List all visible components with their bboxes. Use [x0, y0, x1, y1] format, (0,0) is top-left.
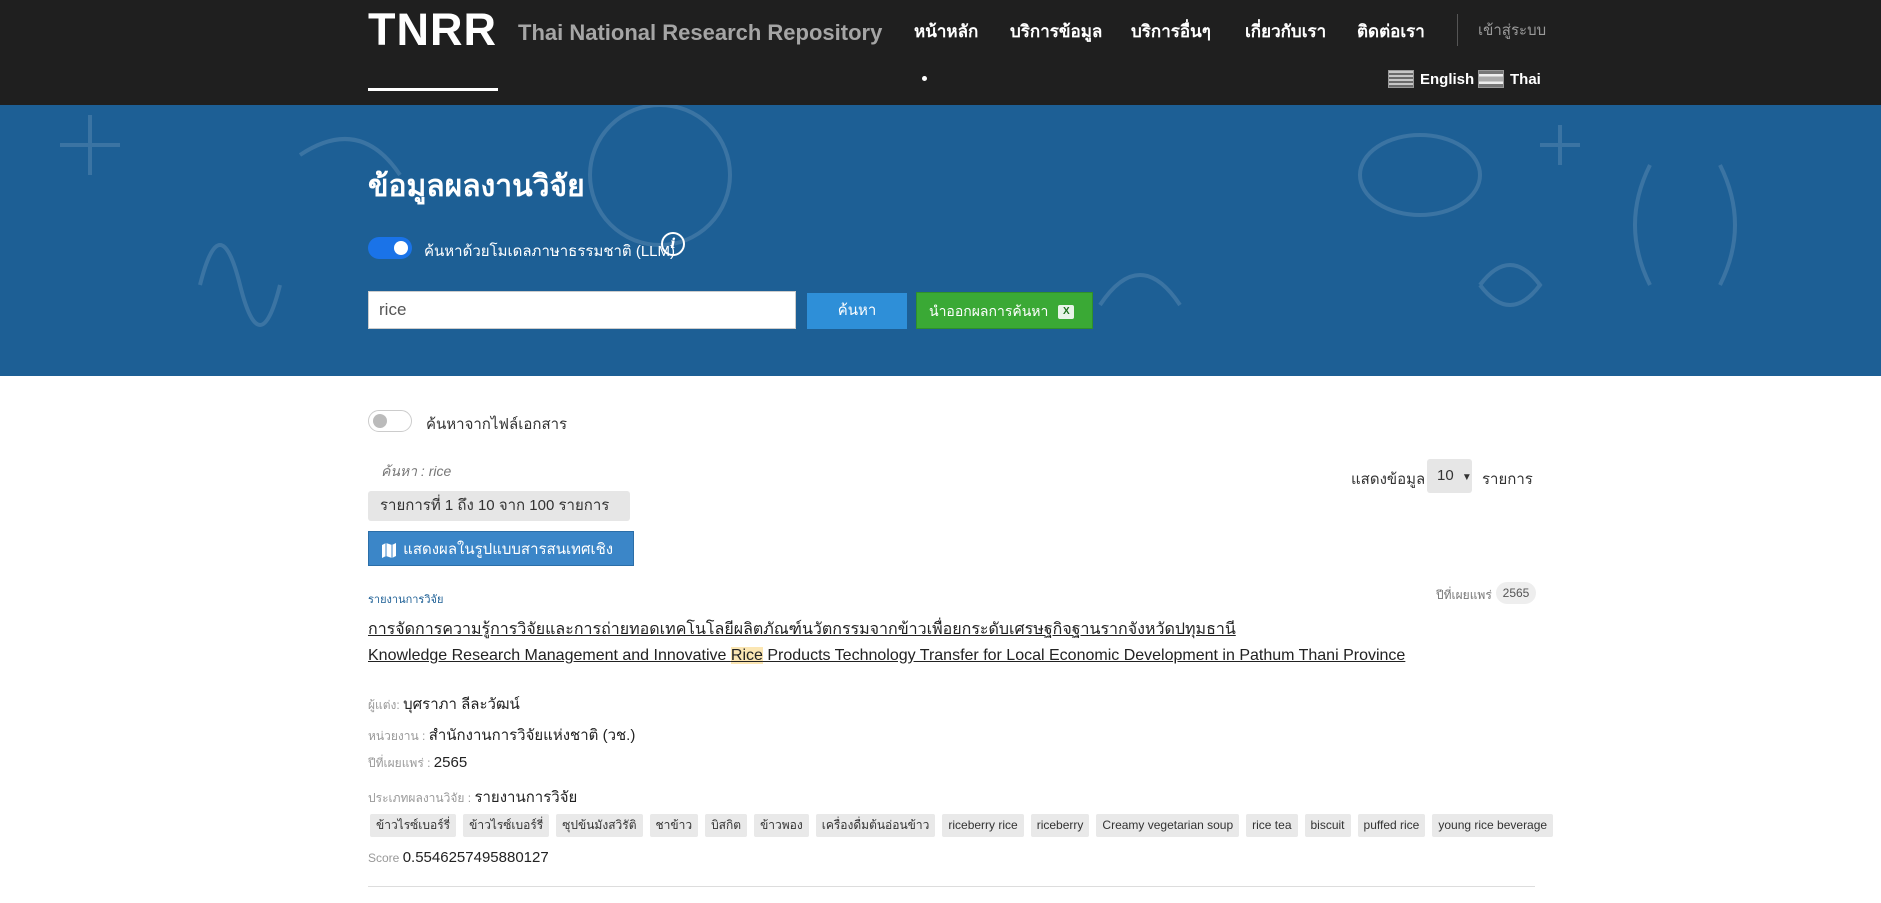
- agency-value: สำนักงานการวิจัยแห่งชาติ (วช.): [428, 727, 636, 744]
- agency-row: หน่วยงาน : สำนักงานการวิจัยแห่งชาติ (วช.…: [368, 723, 635, 747]
- toggle-knob: [394, 241, 408, 255]
- year-label: ปีที่เผยแพร่ :: [368, 756, 431, 770]
- logo-underline: [368, 88, 498, 91]
- keyword-tag[interactable]: เครื่องดื่มต้นอ่อนข้าว: [815, 814, 936, 837]
- map-icon: [382, 542, 396, 558]
- keyword-tag[interactable]: puffed rice: [1357, 814, 1426, 837]
- file-search-label: ค้นหาจากไฟล์เอกสาร: [426, 416, 568, 433]
- llm-toggle[interactable]: [368, 237, 412, 259]
- author-label: ผู้แต่ง:: [368, 698, 400, 712]
- keyword-tags: ข้าวไรซ์เบอร์รี่ ข้าวไรซ์เบอร์รี่ ซุปข้น…: [370, 814, 1554, 837]
- nav-other-services[interactable]: บริการอื่นๆ: [1131, 18, 1211, 45]
- info-icon[interactable]: i: [661, 232, 685, 256]
- keyword-tag[interactable]: บิสกิต: [705, 814, 748, 837]
- chevron-down-icon: ▼: [1461, 472, 1472, 483]
- keyword-tag[interactable]: ข้าวไรซ์เบอร์รี่: [370, 814, 457, 837]
- score-value: 0.5546257495880127: [402, 849, 549, 866]
- pub-year-label: ปีที่เผยแพร่: [1436, 588, 1492, 602]
- result-range: รายการที่ 1 ถึง 10 จาก 100 รายการ: [368, 491, 630, 521]
- nav-indicator-dot: [922, 76, 927, 81]
- math-background-decoration: [60, 105, 1737, 327]
- search-hero: ข้อมูลผลงานวิจัย ค้นหาด้วยโมเดลภาษาธรรมช…: [0, 105, 1881, 376]
- items-label: รายการ: [1482, 471, 1533, 488]
- title-en-highlight: Rice: [730, 647, 763, 664]
- page-size-label: แสดงข้อมูล: [1351, 471, 1426, 488]
- category-label: ประเภทผลงานวิจัย :: [368, 791, 472, 805]
- lang-thai[interactable]: Thai: [1478, 70, 1541, 88]
- year-value: 2565: [433, 754, 468, 771]
- score-label: Score: [368, 851, 400, 865]
- pub-year-badge: 2565: [1496, 582, 1536, 604]
- nav-data-services[interactable]: บริการข้อมูล: [1010, 18, 1102, 45]
- top-navbar: TNRR Thai National Research Repository ห…: [0, 0, 1881, 105]
- login-link[interactable]: เข้าสู่ระบบ: [1478, 18, 1546, 42]
- result-divider: [368, 886, 1535, 887]
- score-row: Score 0.5546257495880127: [368, 849, 549, 866]
- nav-contact[interactable]: ติดต่อเรา: [1357, 18, 1425, 45]
- keyword-tag[interactable]: ข้าวพอง: [754, 814, 809, 837]
- llm-toggle-label: ค้นหาด้วยโมเดลภาษาธรรมชาติ (LLM): [424, 243, 676, 260]
- page-size-select[interactable]: 10 ▼: [1427, 459, 1472, 493]
- author-row: ผู้แต่ง: บุศราภา ลีละวัฒน์: [368, 692, 520, 716]
- query-echo: ค้นหา : rice: [381, 463, 452, 479]
- flag-en-icon: [1388, 70, 1414, 88]
- result-title-en[interactable]: Knowledge Research Management and Innova…: [368, 647, 1405, 665]
- keyword-tag[interactable]: rice tea: [1246, 814, 1298, 837]
- file-search-toggle[interactable]: [368, 410, 412, 432]
- export-results-button[interactable]: นำออกผลการค้นหา X: [916, 292, 1093, 329]
- title-en-part: Knowledge Research Management and Innova…: [368, 647, 731, 664]
- result-title-th[interactable]: การจัดการความรู้การวิจัยและการถ่ายทอดเทค…: [368, 617, 1236, 642]
- excel-icon: X: [1058, 305, 1075, 320]
- page-title: ข้อมูลผลงานวิจัย: [368, 170, 585, 203]
- map-view-label: แสดงผลในรูปแบบสารสนเทศเชิงพื้นที่: [382, 541, 614, 593]
- keyword-tag[interactable]: ซุปข้นมังสวิรัติ: [556, 814, 643, 837]
- search-input[interactable]: [368, 291, 796, 329]
- lang-english-label: English: [1420, 70, 1475, 88]
- nav-home[interactable]: หน้าหลัก: [914, 18, 978, 45]
- search-button[interactable]: ค้นหา: [807, 293, 907, 329]
- nav-about[interactable]: เกี่ยวกับเรา: [1245, 18, 1326, 45]
- page-size-value: 10: [1437, 467, 1454, 484]
- map-view-button[interactable]: แสดงผลในรูปแบบสารสนเทศเชิงพื้นที่: [368, 531, 634, 593]
- keyword-tag[interactable]: ชาข้าว: [649, 814, 699, 837]
- title-en-part: Products Technology Transfer for Local E…: [762, 647, 1406, 664]
- author-value: บุศราภา ลีละวัฒน์: [403, 696, 520, 713]
- lang-english[interactable]: English: [1388, 70, 1474, 88]
- category-row: ประเภทผลงานวิจัย : รายงานการวิจัย: [368, 785, 577, 809]
- keyword-tag[interactable]: young rice beverage: [1432, 814, 1554, 837]
- keyword-tag[interactable]: ข้าวไรซ์เบอร์รี่: [463, 814, 550, 837]
- lang-thai-label: Thai: [1510, 70, 1541, 88]
- keyword-tag[interactable]: biscuit: [1304, 814, 1351, 837]
- result-type: รายงานการวิจัย: [368, 594, 444, 606]
- export-results-label: นำออกผลการค้นหา: [929, 303, 1049, 319]
- keyword-tag[interactable]: riceberry rice: [942, 814, 1024, 837]
- keyword-tag[interactable]: Creamy vegetarian soup: [1096, 814, 1240, 837]
- agency-label: หน่วยงาน :: [368, 729, 426, 743]
- site-logo[interactable]: TNRR: [368, 4, 497, 56]
- keyword-tag[interactable]: riceberry: [1030, 814, 1090, 837]
- flag-th-icon: [1478, 70, 1504, 88]
- year-row: ปีที่เผยแพร่ : 2565: [368, 754, 467, 773]
- site-subtitle: Thai National Research Repository: [518, 20, 883, 45]
- category-value: รายงานการวิจัย: [474, 789, 578, 806]
- toggle-knob: [373, 414, 387, 428]
- nav-separator: [1457, 14, 1458, 46]
